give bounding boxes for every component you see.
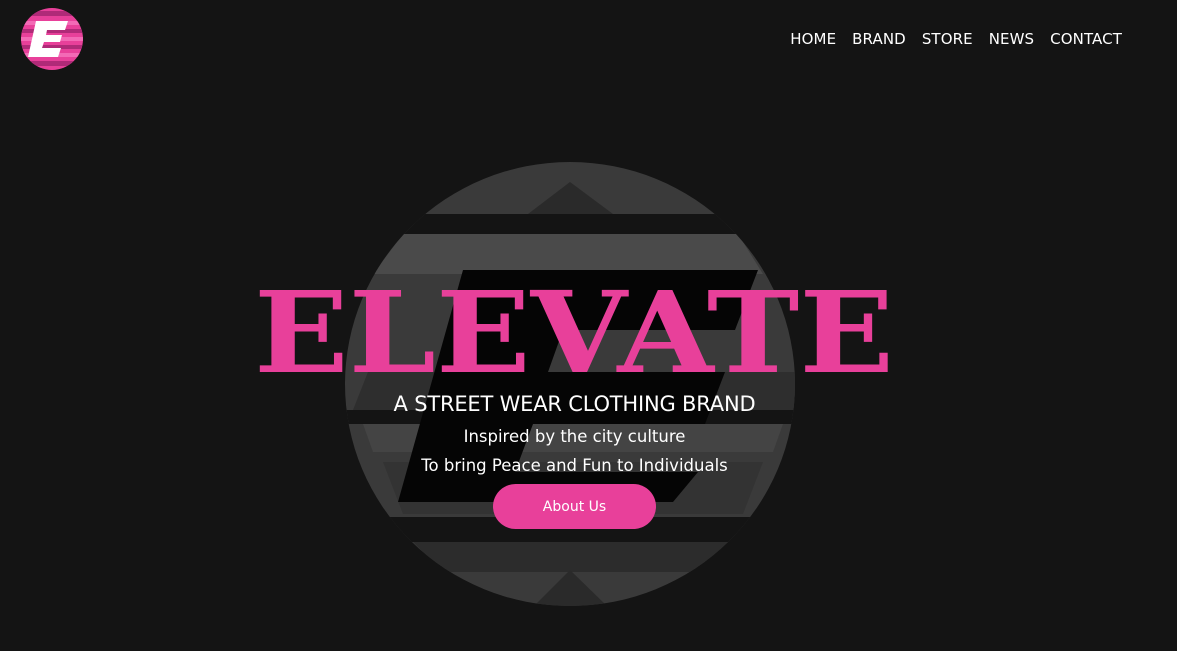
hero-title: ELEVATE [253, 268, 895, 399]
hero-title-graphic: ELEVATE [254, 268, 894, 399]
about-us-button[interactable]: About Us [493, 484, 656, 529]
nav-contact[interactable]: CONTACT [1050, 29, 1122, 49]
nav-brand[interactable]: BRAND [852, 29, 906, 49]
brand-logo[interactable] [20, 7, 84, 71]
main-nav: HOME BRAND STORE NEWS CONTACT [790, 29, 1122, 49]
nav-home[interactable]: HOME [790, 29, 836, 49]
faded-e-logo-icon [345, 162, 795, 606]
background-emblem [343, 162, 798, 607]
hero-subtitle-line2: To bring Peace and Fun to Individuals [421, 456, 728, 475]
page: HOME BRAND STORE NEWS CONTACT ELEVATE A … [0, 0, 1177, 651]
nav-store[interactable]: STORE [922, 29, 973, 49]
nav-news[interactable]: NEWS [989, 29, 1034, 49]
hero-tagline: A STREET WEAR CLOTHING BRAND [393, 392, 756, 416]
hero-subtitle-line1: Inspired by the city culture [463, 427, 686, 446]
elevate-e-logo-icon [21, 8, 83, 70]
hero-title-text: ELEVATE [254, 286, 894, 374]
